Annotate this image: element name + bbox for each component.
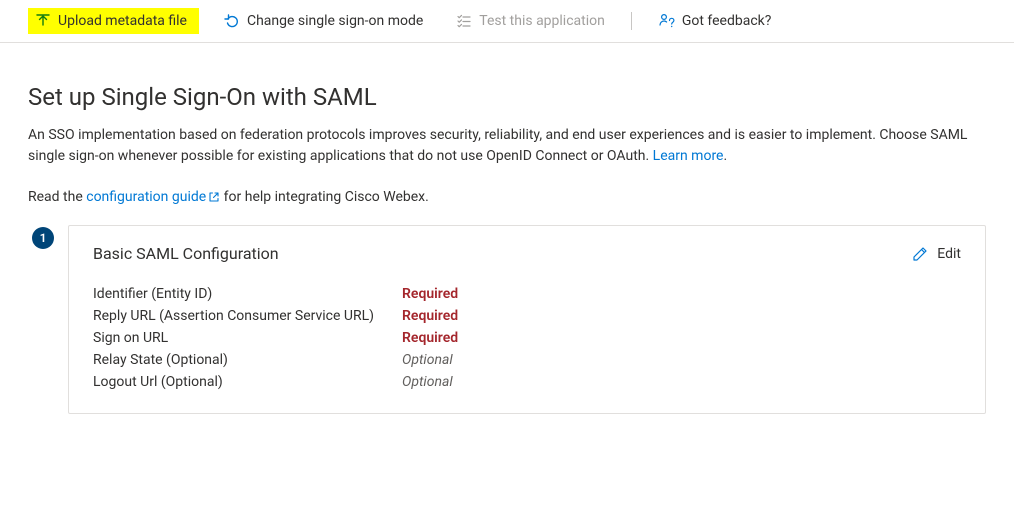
toolbar: Upload metadata file Change single sign-…: [0, 0, 1014, 43]
field-value: Required: [402, 305, 458, 327]
card-title: Basic SAML Configuration: [93, 244, 279, 263]
upload-icon: [34, 12, 52, 30]
field-row: Reply URL (Assertion Consumer Service UR…: [93, 305, 458, 327]
field-value: Optional: [402, 349, 458, 371]
config-guide-line: Read the configuration guide for help in…: [28, 189, 986, 205]
change-mode-label: Change single sign-on mode: [247, 13, 423, 29]
config-guide-link[interactable]: configuration guide: [86, 189, 220, 205]
feedback-label: Got feedback?: [682, 13, 772, 29]
field-label: Identifier (Entity ID): [93, 283, 402, 305]
test-app-button: Test this application: [447, 8, 613, 34]
field-value: Required: [402, 283, 458, 305]
external-link-icon: [208, 191, 220, 203]
field-value: Required: [402, 327, 458, 349]
pencil-icon: [911, 245, 929, 263]
desc-post: .: [723, 148, 727, 164]
upload-metadata-button[interactable]: Upload metadata file: [28, 8, 199, 34]
test-app-label: Test this application: [479, 13, 605, 29]
field-label: Logout Url (Optional): [93, 371, 402, 393]
toolbar-separator: [631, 12, 632, 30]
desc-text: An SSO implementation based on federatio…: [28, 127, 967, 164]
content-area: Set up Single Sign-On with SAML An SSO i…: [0, 43, 1014, 414]
card-header: Basic SAML Configuration Edit: [93, 244, 961, 263]
upload-metadata-label: Upload metadata file: [58, 13, 187, 29]
change-mode-button[interactable]: Change single sign-on mode: [215, 8, 431, 34]
feedback-icon: [658, 12, 676, 30]
field-row: Relay State (Optional) Optional: [93, 349, 458, 371]
read-post: for help integrating Cisco Webex.: [220, 189, 429, 205]
page-description: An SSO implementation based on federatio…: [28, 125, 986, 167]
page-title: Set up Single Sign-On with SAML: [28, 83, 986, 111]
learn-more-link[interactable]: Learn more: [653, 148, 724, 164]
edit-button[interactable]: Edit: [911, 245, 961, 263]
basic-saml-card: Basic SAML Configuration Edit Identifier…: [68, 225, 986, 414]
field-row: Identifier (Entity ID) Required: [93, 283, 458, 305]
field-label: Relay State (Optional): [93, 349, 402, 371]
field-label: Sign on URL: [93, 327, 402, 349]
edit-label: Edit: [937, 246, 961, 262]
feedback-button[interactable]: Got feedback?: [650, 8, 780, 34]
field-row: Sign on URL Required: [93, 327, 458, 349]
field-row: Logout Url (Optional) Optional: [93, 371, 458, 393]
undo-icon: [223, 12, 241, 30]
config-guide-label: configuration guide: [86, 189, 206, 205]
field-label: Reply URL (Assertion Consumer Service UR…: [93, 305, 402, 327]
checklist-icon: [455, 12, 473, 30]
step-badge: 1: [32, 227, 54, 249]
step-1-row: 1 Basic SAML Configuration Edit Identifi…: [28, 225, 986, 414]
field-value: Optional: [402, 371, 458, 393]
field-table: Identifier (Entity ID) Required Reply UR…: [93, 283, 458, 393]
read-pre: Read the: [28, 189, 86, 205]
